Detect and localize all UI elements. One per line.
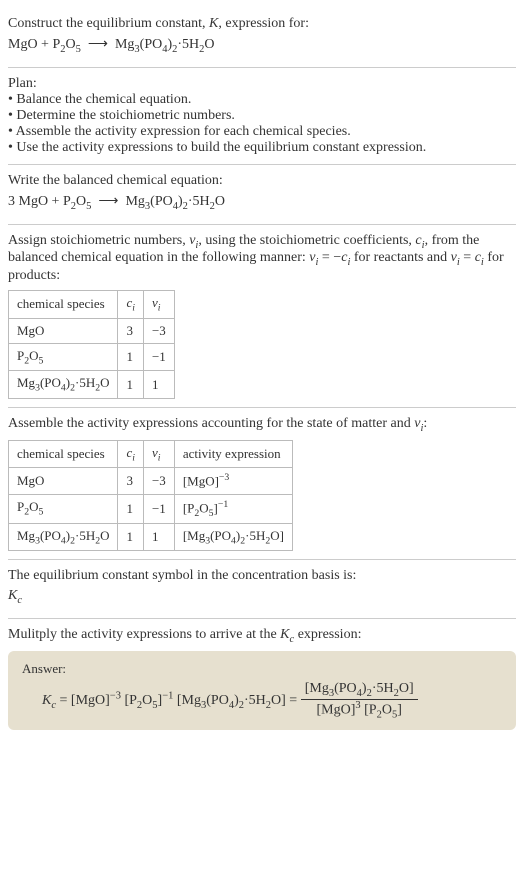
assign-table: chemical species ci νi MgO 3 −3 P2O5 1 −… bbox=[8, 290, 175, 399]
col-header: ci bbox=[118, 440, 144, 468]
basis-text: The equilibrium constant symbol in the c… bbox=[8, 568, 516, 584]
balanced-equation: 3 MgO + P2O5 ⟶ Mg3(PO4)2·5H2O bbox=[8, 193, 516, 212]
table-row: MgO 3 −3 bbox=[9, 318, 175, 343]
multiply-section: Mulitply the activity expressions to arr… bbox=[8, 619, 516, 738]
col-header: νi bbox=[143, 440, 174, 468]
table-row: P2O5 1 −1 [P2O5]−1 bbox=[9, 494, 293, 523]
table-header-row: chemical species ci νi bbox=[9, 291, 175, 319]
plan-item: • Determine the stoichiometric numbers. bbox=[8, 108, 516, 124]
assign-section: Assign stoichiometric numbers, νi, using… bbox=[8, 225, 516, 408]
cell: Mg3(PO4)2·5H2O bbox=[9, 371, 118, 399]
multiply-text: Mulitply the activity expressions to arr… bbox=[8, 627, 516, 645]
header-section: Construct the equilibrium constant, K, e… bbox=[8, 8, 516, 68]
cell: −1 bbox=[143, 494, 174, 523]
col-header: νi bbox=[143, 291, 174, 319]
table-row: P2O5 1 −1 bbox=[9, 343, 175, 371]
cell: [P2O5]−1 bbox=[174, 494, 292, 523]
activity-table: chemical species ci νi activity expressi… bbox=[8, 440, 293, 551]
cell: MgO bbox=[9, 318, 118, 343]
col-header: chemical species bbox=[9, 291, 118, 319]
activity-section: Assemble the activity expressions accoun… bbox=[8, 408, 516, 560]
basis-symbol: Kc bbox=[8, 588, 516, 606]
cell: −1 bbox=[143, 343, 174, 371]
col-header: ci bbox=[118, 291, 144, 319]
plan-item: • Use the activity expressions to build … bbox=[8, 140, 516, 156]
cell: Mg3(PO4)2·5H2O bbox=[9, 523, 118, 551]
answer-lhs: Kc = [MgO]−3 [P2O5]−1 [Mg3(PO4)2·5H2O] = bbox=[42, 693, 301, 708]
cell: 1 bbox=[143, 371, 174, 399]
answer-label: Answer: bbox=[22, 661, 502, 677]
cell: −3 bbox=[143, 468, 174, 494]
cell: 1 bbox=[118, 523, 144, 551]
plan-section: Plan: • Balance the chemical equation. •… bbox=[8, 68, 516, 165]
table-row: Mg3(PO4)2·5H2O 1 1 bbox=[9, 371, 175, 399]
answer-numerator: [Mg3(PO4)2·5H2O] bbox=[301, 681, 418, 700]
cell: 3 bbox=[118, 468, 144, 494]
cell: −3 bbox=[143, 318, 174, 343]
answer-expression: Kc = [MgO]−3 [P2O5]−1 [Mg3(PO4)2·5H2O] =… bbox=[22, 681, 502, 720]
activity-text: Assemble the activity expressions accoun… bbox=[8, 416, 516, 434]
balanced-section: Write the balanced chemical equation: 3 … bbox=[8, 165, 516, 225]
answer-fraction: [Mg3(PO4)2·5H2O] [MgO]3 [P2O5] bbox=[301, 681, 418, 720]
cell: MgO bbox=[9, 468, 118, 494]
cell: 1 bbox=[118, 371, 144, 399]
table-header-row: chemical species ci νi activity expressi… bbox=[9, 440, 293, 468]
cell: 1 bbox=[118, 494, 144, 523]
basis-section: The equilibrium constant symbol in the c… bbox=[8, 560, 516, 619]
cell: P2O5 bbox=[9, 494, 118, 523]
balanced-title: Write the balanced chemical equation: bbox=[8, 173, 516, 189]
cell: 3 bbox=[118, 318, 144, 343]
table-row: Mg3(PO4)2·5H2O 1 1 [Mg3(PO4)2·5H2O] bbox=[9, 523, 293, 551]
answer-denominator: [MgO]3 [P2O5] bbox=[301, 700, 418, 720]
plan-item: • Assemble the activity expression for e… bbox=[8, 124, 516, 140]
plan-title: Plan: bbox=[8, 76, 516, 92]
cell: 1 bbox=[143, 523, 174, 551]
plan-item: • Balance the chemical equation. bbox=[8, 92, 516, 108]
cell: 1 bbox=[118, 343, 144, 371]
header-line1: Construct the equilibrium constant, K, e… bbox=[8, 16, 516, 32]
answer-box: Answer: Kc = [MgO]−3 [P2O5]−1 [Mg3(PO4)2… bbox=[8, 651, 516, 730]
col-header: activity expression bbox=[174, 440, 292, 468]
cell: [Mg3(PO4)2·5H2O] bbox=[174, 523, 292, 551]
table-row: MgO 3 −3 [MgO]−3 bbox=[9, 468, 293, 494]
cell: [MgO]−3 bbox=[174, 468, 292, 494]
cell: P2O5 bbox=[9, 343, 118, 371]
col-header: chemical species bbox=[9, 440, 118, 468]
assign-text: Assign stoichiometric numbers, νi, using… bbox=[8, 233, 516, 285]
header-equation: MgO + P2O5 ⟶ Mg3(PO4)2·5H2O bbox=[8, 36, 516, 55]
